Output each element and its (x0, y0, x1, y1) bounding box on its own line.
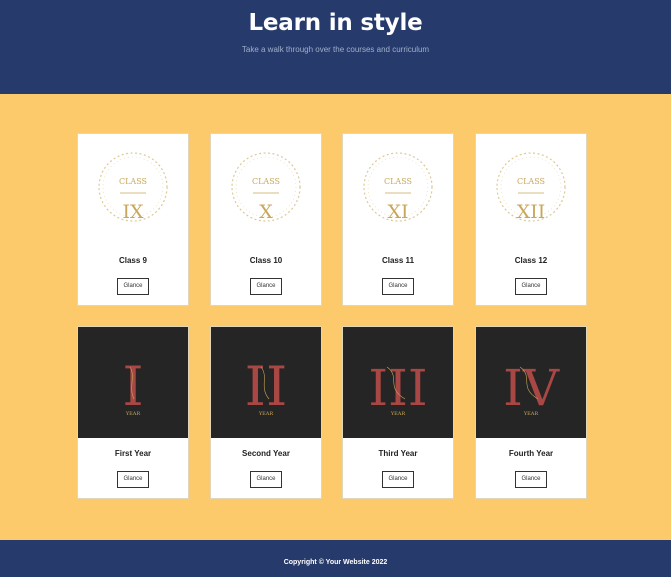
course-card-class-10: CLASS X Class 10 Glance (210, 133, 322, 306)
card-title: Second Year (242, 449, 290, 458)
class-wreath-illustration: CLASS IX (98, 152, 168, 223)
copyright-text: Copyright © Your Website 2022 (283, 559, 388, 566)
svg-text:IV: IV (503, 359, 560, 417)
svg-text:YEAR: YEAR (523, 411, 539, 417)
year-numeral-illustration: II YEAR (211, 327, 321, 438)
svg-text:II: II (245, 355, 288, 418)
card-title: Class 9 (118, 256, 148, 265)
svg-text:III: III (368, 359, 427, 417)
svg-text:YEAR: YEAR (125, 411, 141, 417)
svg-text:CLASS: CLASS (384, 177, 412, 186)
site-footer: Copyright © Your Website 2022 (0, 540, 671, 577)
page-subtitle: Take a walk through over the courses and… (241, 45, 430, 54)
course-card-class-9: CLASS IX Class 9 Glance (77, 133, 189, 306)
glance-button[interactable]: Glance (382, 471, 414, 488)
glance-button[interactable]: Glance (117, 278, 149, 295)
card-title: Class 10 (249, 256, 283, 265)
year-numeral-illustration: I YEAR (78, 327, 188, 438)
svg-text:IX: IX (122, 201, 144, 223)
svg-text:YEAR: YEAR (390, 411, 406, 417)
course-card-third-year: III YEAR Third Year Glance (342, 326, 454, 499)
course-card-second-year: II YEAR Second Year Glance (210, 326, 322, 499)
glance-button[interactable]: Glance (250, 471, 282, 488)
card-title: Fourth Year (508, 449, 554, 458)
year-numeral-illustration: IV YEAR (476, 327, 586, 438)
svg-text:YEAR: YEAR (258, 411, 274, 417)
card-title: Class 12 (514, 256, 548, 265)
svg-text:CLASS: CLASS (517, 177, 545, 186)
glance-button[interactable]: Glance (382, 278, 414, 295)
svg-text:XII: XII (517, 201, 546, 223)
class-wreath-illustration: CLASS XII (496, 152, 566, 223)
glance-button[interactable]: Glance (515, 278, 547, 295)
svg-text:I: I (122, 355, 143, 418)
class-wreath-illustration: CLASS XI (363, 152, 433, 223)
svg-text:CLASS: CLASS (119, 177, 147, 186)
course-card-fourth-year: IV YEAR Fourth Year Glance (475, 326, 587, 499)
course-card-class-11: CLASS XI Class 11 Glance (342, 133, 454, 306)
site-header: Learn in style Take a walk through over … (0, 0, 671, 94)
card-title: First Year (114, 449, 152, 458)
year-numeral-illustration: III YEAR (343, 327, 453, 438)
card-title: Class 11 (381, 256, 415, 265)
card-title: Third Year (378, 449, 418, 458)
page-title: Learn in style (248, 10, 423, 36)
svg-text:CLASS: CLASS (252, 177, 280, 186)
course-card-first-year: I YEAR First Year Glance (77, 326, 189, 499)
course-card-class-12: CLASS XII Class 12 Glance (475, 133, 587, 306)
svg-text:XI: XI (387, 201, 408, 223)
svg-text:X: X (259, 201, 273, 223)
glance-button[interactable]: Glance (117, 471, 149, 488)
glance-button[interactable]: Glance (515, 471, 547, 488)
glance-button[interactable]: Glance (250, 278, 282, 295)
class-wreath-illustration: CLASS X (231, 152, 301, 223)
